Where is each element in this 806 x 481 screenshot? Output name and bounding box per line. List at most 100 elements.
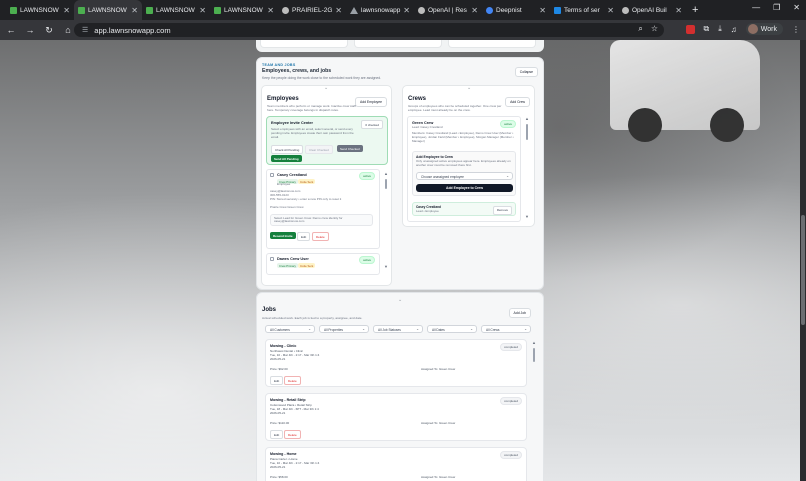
extension-icon[interactable] xyxy=(685,24,695,34)
browser-tab[interactable]: Deepnist ✕ xyxy=(482,0,550,20)
scroll-up-icon[interactable]: ▲ xyxy=(525,116,529,121)
employee-checkbox[interactable] xyxy=(270,173,274,177)
close-tab-icon[interactable]: ✕ xyxy=(539,6,546,15)
add-job-button[interactable]: Add Job xyxy=(508,308,531,318)
employee-pin-note: PIN: Stored securely • enter a new PIN o… xyxy=(270,197,342,201)
add-crew-button[interactable]: Add Crew xyxy=(505,97,530,107)
delete-job-button[interactable]: Delete xyxy=(284,430,301,439)
zoom-icon[interactable]: ⌕ xyxy=(638,24,642,34)
send-checked-button[interactable]: Send Checked xyxy=(337,145,363,152)
browser-tab[interactable]: Terms of ser ✕ xyxy=(550,0,618,20)
browser-tab[interactable]: PRAIRIEL-2G ✕ xyxy=(278,0,346,20)
filter-dates[interactable]: All Dates ⌄ xyxy=(427,325,477,333)
browser-tab[interactable]: lawnsnowapp ✕ xyxy=(346,0,414,20)
lawnsnow-favicon-icon xyxy=(10,6,17,14)
delete-employee-button[interactable]: Delete xyxy=(312,232,329,241)
clear-checked-button[interactable]: Clear Checked xyxy=(305,145,333,154)
lead-note-box: Select Lead for Green Crew. Demo crew id… xyxy=(270,214,373,226)
filter-properties[interactable]: All Properties ⌄ xyxy=(319,325,369,333)
filter-crews[interactable]: All Crews ⌄ xyxy=(481,325,531,333)
employee-name: Dawes Crew User xyxy=(277,257,309,261)
minimize-icon[interactable]: — xyxy=(752,3,760,12)
maximize-icon[interactable]: ❐ xyxy=(773,3,780,12)
browser-tab[interactable]: LAWNSNOW ✕ xyxy=(210,0,278,20)
new-tab-icon[interactable]: + xyxy=(692,4,698,16)
close-tab-icon[interactable]: ✕ xyxy=(63,6,70,15)
download-icon[interactable]: ⤓ xyxy=(718,24,722,34)
send-all-pending-button[interactable]: Send All Pending xyxy=(271,155,302,162)
crews-desc: Groups of employees who can be scheduled… xyxy=(408,104,502,112)
list-scrollbar[interactable] xyxy=(526,124,528,140)
edit-job-button[interactable]: Edit xyxy=(270,430,284,439)
browser-tab-active[interactable]: LAWNSNOW ✕ xyxy=(74,0,142,20)
chevron-down-icon[interactable]: ⌄ xyxy=(467,85,471,91)
resend-invite-button[interactable]: Resend Invite xyxy=(270,232,296,239)
edit-job-button[interactable]: Edit xyxy=(270,376,284,385)
browser-tab[interactable]: LAWNSNOW ✕ xyxy=(6,0,74,20)
menu-kebab-icon[interactable]: ⋮ xyxy=(792,25,800,34)
section-title: Employees, crews, and jobs xyxy=(262,68,332,74)
close-tab-icon[interactable]: ✕ xyxy=(607,6,614,15)
employees-title: Employees xyxy=(267,96,299,102)
jobs-scrollbar[interactable] xyxy=(533,348,535,362)
scroll-up-icon[interactable]: ▲ xyxy=(384,171,388,176)
page-scrollbar[interactable] xyxy=(800,40,806,481)
window-controls: — ❐ ✕ xyxy=(752,3,800,12)
filter-customers[interactable]: All Customers ⌄ xyxy=(265,325,315,333)
remove-member-button[interactable]: Remove xyxy=(492,205,512,215)
scroll-down-icon[interactable]: ▼ xyxy=(525,214,529,219)
close-tab-icon[interactable]: ✕ xyxy=(675,6,682,15)
media-icon[interactable]: ♫ xyxy=(731,25,737,34)
close-tab-icon[interactable]: ✕ xyxy=(267,6,274,15)
job-card: Mowing - Clinic Northwest Dental • Clini… xyxy=(265,339,527,387)
close-tab-icon[interactable]: ✕ xyxy=(403,6,410,15)
bookmark-star-icon[interactable]: ☆ xyxy=(651,24,658,34)
edit-employee-button[interactable]: Edit xyxy=(297,232,311,241)
job-title: Mowing - Clinic xyxy=(270,344,297,348)
forward-icon[interactable]: → xyxy=(22,25,38,35)
scrollbar-thumb[interactable] xyxy=(801,215,805,325)
close-tab-icon[interactable]: ✕ xyxy=(131,6,138,15)
list-scrollbar[interactable] xyxy=(385,179,387,189)
lawnsnow-favicon-icon xyxy=(78,6,85,14)
browser-tab[interactable]: OpenAI Buil ✕ xyxy=(618,0,686,20)
browser-tab[interactable]: LAWNSNOW ✕ xyxy=(142,0,210,20)
checked-count-badge: 0 checked xyxy=(361,120,383,129)
jobs-section: ⌄ Jobs Add Job Actual scheduled work. Ea… xyxy=(256,292,544,481)
job-price: Price: $110.00 xyxy=(270,421,290,425)
close-tab-icon[interactable]: ✕ xyxy=(471,6,478,15)
status-badge: active xyxy=(359,172,375,180)
employees-panel: ⌄ Employees Add Employee Team members wh… xyxy=(261,85,392,286)
reload-icon[interactable]: ↻ xyxy=(41,25,57,36)
unassigned-employee-select[interactable]: Choose unassigned employee ⌄ xyxy=(416,172,513,180)
close-tab-icon[interactable]: ✕ xyxy=(199,6,206,15)
crews-title: Crews xyxy=(408,96,427,102)
browser-tab[interactable]: OpenAI | Res ✕ xyxy=(414,0,482,20)
extensions-puzzle-icon[interactable]: ⧉ xyxy=(704,24,710,34)
job-assigned: Assigned To: Green Crew xyxy=(421,367,456,371)
add-employee-to-crew-box: Add Employee to Crew Only unassigned act… xyxy=(412,151,516,196)
collapse-button[interactable]: Collapse xyxy=(514,67,538,77)
chevron-down-icon[interactable]: ⌄ xyxy=(324,85,328,91)
employee-checkbox[interactable] xyxy=(270,257,274,261)
profile-button[interactable]: Work xyxy=(745,23,783,35)
close-window-icon[interactable]: ✕ xyxy=(793,3,800,12)
employee-card: Dawes Crew User active Crew Primary Invi… xyxy=(266,253,380,275)
scroll-up-icon[interactable]: ▲ xyxy=(532,340,536,345)
crew-lead: Lead: Casey Crestland xyxy=(412,125,443,129)
jobs-desc: Actual scheduled work. Each job is tied … xyxy=(262,316,363,320)
add-employee-to-crew-button[interactable]: Add Employee to Crew xyxy=(416,184,513,192)
add-employee-button[interactable]: Add Employee xyxy=(354,97,387,107)
back-icon[interactable]: ← xyxy=(3,25,19,35)
status-badge: active xyxy=(359,256,375,264)
job-price: Price: $58.00 xyxy=(270,475,288,479)
delete-job-button[interactable]: Delete xyxy=(284,376,301,385)
check-all-pending-button[interactable]: Check All Pending xyxy=(271,145,304,154)
address-bar[interactable]: ☰ app.lawnsnowapp.com ⌕ ☆ xyxy=(74,23,664,37)
filter-job-statuses[interactable]: All Job Statuses ⌄ xyxy=(373,325,423,333)
site-info-icon[interactable]: ☰ xyxy=(82,26,88,34)
close-tab-icon[interactable]: ✕ xyxy=(335,6,342,15)
job-date: 2026-05-21 xyxy=(270,411,286,415)
scroll-down-icon[interactable]: ▼ xyxy=(384,264,388,269)
chevron-down-icon[interactable]: ⌄ xyxy=(398,297,402,303)
